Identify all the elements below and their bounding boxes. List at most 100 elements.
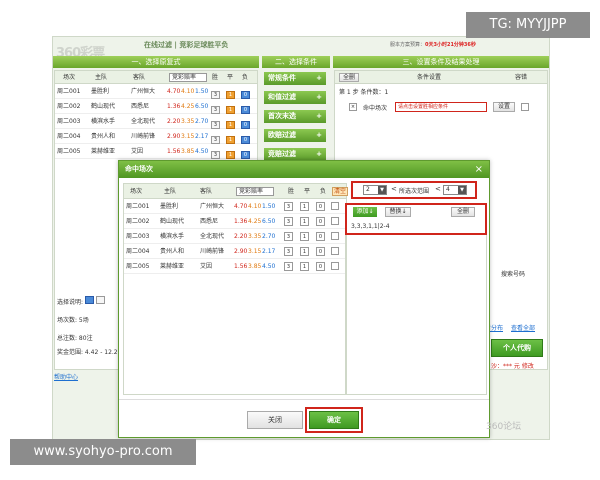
prize-range: 奖金范围: 4.42 - 12.2 — [57, 349, 118, 356]
hit-draw-box[interactable]: 1 — [300, 229, 309, 244]
odds-win: 4.70 — [234, 203, 248, 210]
row-clear-checkbox[interactable] — [331, 247, 339, 255]
hit-win-box[interactable]: 3 — [284, 229, 293, 244]
row-clear-checkbox[interactable] — [331, 217, 339, 225]
hit-draw-value: 1 — [300, 217, 309, 226]
odds-win: 1.36 — [234, 218, 248, 225]
odds-lose: 2.70 — [195, 118, 209, 125]
tolerance-checkbox[interactable] — [521, 103, 529, 111]
delete-all-button[interactable]: 全删 — [451, 207, 475, 217]
hit-lose-box[interactable]: 0 — [316, 214, 325, 229]
clear-selection-button[interactable]: 清空 — [332, 187, 349, 196]
close-icon[interactable]: × — [475, 161, 483, 178]
away-team: 广州恒大 — [131, 88, 156, 95]
table-row[interactable]: 周二003 横滨水手 全北现代 2.20 3.35 2.70 3 1 0 — [124, 229, 346, 244]
select-toggle-b[interactable] — [95, 296, 105, 304]
dialog-confirm-button[interactable]: 确定 — [309, 411, 359, 429]
dialog-odds-type-select[interactable]: 竞彩赔率 — [236, 187, 275, 196]
replace-condition-button[interactable]: 替换↓ — [385, 207, 411, 217]
odds-win: 1.56 — [167, 148, 181, 155]
condition-button-sum[interactable]: 和值过滤 + — [264, 91, 326, 104]
hit-lose-box[interactable]: 0 — [316, 259, 325, 274]
set-condition-button[interactable]: 设置 — [493, 102, 515, 112]
table-row[interactable]: 周二001 墨胜利 广州恒大 4.70 4.10 1.50 3 1 0 — [55, 84, 257, 99]
home-team: 横滨水手 — [160, 233, 185, 240]
range-max-select[interactable]: 4 ▼ — [443, 185, 467, 195]
hit-win-value: 3 — [284, 217, 293, 226]
hit-lose-box[interactable]: 0 — [316, 229, 325, 244]
condition-text[interactable]: 3,3,3,1,1|2-4 — [351, 223, 390, 230]
select-toggle-a[interactable] — [84, 296, 94, 304]
dialog-close-button[interactable]: 关闭 — [247, 411, 303, 429]
condition-button-first-last[interactable]: 首次末选 + — [264, 110, 326, 123]
replace-condition-label: 替换 — [389, 208, 402, 215]
condition-button-regular[interactable]: 常规条件 + — [264, 72, 326, 85]
table-row[interactable]: 周二002 鹤山现代 西悉尼 1.36 4.25 6.50 3 1 0 — [124, 214, 346, 229]
dialog-table-body: 周二001 墨胜利 广州恒大 4.70 4.10 1.50 3 1 0 周二002 鹤山现代 西悉尼 1… — [124, 199, 346, 274]
header-note-time: 0天3小时21分钟36秒 — [425, 42, 476, 48]
table-row[interactable]: 周二004 贵州人和 川崎前锋 2.90 3.15 2.17 3 1 0 — [124, 244, 346, 259]
table-row[interactable]: 周二003 横滨水手 全北现代 2.20 3.35 2.70 3 1 0 — [55, 114, 257, 129]
hit-draw-box[interactable]: 1 — [300, 244, 309, 259]
odds-draw: 3.15 — [181, 133, 195, 140]
home-team: 墨胜利 — [160, 203, 179, 210]
odds-draw: 4.25 — [248, 218, 262, 225]
row-clear-checkbox[interactable] — [331, 232, 339, 240]
hit-draw-box[interactable]: 1 — [300, 259, 309, 274]
table-row[interactable]: 周二002 鹤山现代 西悉尼 1.36 4.25 6.50 3 1 0 — [55, 99, 257, 114]
match-id: 周二002 — [126, 218, 150, 225]
total-bets: 总注数: 80注 — [57, 335, 93, 342]
hit-win-box[interactable]: 3 — [284, 199, 293, 214]
remove-condition-icon[interactable]: × — [349, 103, 357, 111]
condition-button-euro-odds[interactable]: 欧赔过滤 + — [264, 129, 326, 142]
hit-lose-box[interactable]: 0 — [316, 244, 325, 259]
table-row[interactable]: 周二004 贵州人和 川崎前锋 2.90 3.15 2.17 3 1 0 — [55, 129, 257, 144]
hit-draw-value: 1 — [300, 232, 309, 241]
match-count: 场次数: 5场 — [57, 317, 89, 324]
home-team: 贵州人和 — [160, 248, 185, 255]
home-team: 贵州人和 — [91, 133, 116, 140]
odds-type-label: 竞彩赔率 — [172, 74, 197, 81]
range-min-select[interactable]: 2 ▼ — [363, 185, 387, 195]
row-clear-checkbox[interactable] — [331, 262, 339, 270]
condition-list-area — [345, 235, 487, 395]
range-label: 所选次范围 — [399, 188, 430, 195]
plus-icon: + — [316, 93, 322, 101]
watermark-top: TG: MYYJJPP — [466, 12, 590, 38]
odds-win: 4.70 — [167, 88, 181, 95]
hit-lose-box[interactable]: 0 — [316, 199, 325, 214]
hit-win-value: 3 — [284, 232, 293, 241]
hit-draw-box[interactable]: 1 — [300, 199, 309, 214]
table-row[interactable]: 周二005 莱赫维亚 艾因 1.56 3.85 4.50 3 1 0 — [55, 144, 257, 159]
hit-condition-input[interactable]: 请点击设置胜相应条件 — [395, 102, 487, 112]
match-id: 周二004 — [57, 133, 81, 140]
condition-button-regular-label: 常规条件 — [268, 74, 296, 82]
home-team: 墨胜利 — [91, 88, 110, 95]
match-id: 周二005 — [126, 263, 150, 270]
home-team: 鹤山现代 — [91, 103, 116, 110]
delete-all-conditions-button[interactable]: 全删 — [339, 73, 359, 82]
match-id: 周二003 — [57, 118, 81, 125]
table-row[interactable]: 周二001 墨胜利 广州恒大 4.70 4.10 1.50 3 1 0 — [124, 199, 346, 214]
hit-draw-value: 1 — [300, 247, 309, 256]
hit-win-box[interactable]: 3 — [284, 259, 293, 274]
table-row[interactable]: 周二005 莱赫维亚 艾因 1.56 3.85 4.50 3 1 0 — [124, 259, 346, 274]
chevron-down-icon: ▼ — [378, 186, 386, 194]
help-center-link[interactable]: 帮助中心 — [54, 372, 78, 381]
hit-lose-value: 0 — [316, 247, 325, 256]
odds-draw: 3.15 — [248, 248, 262, 255]
view-all-link[interactable]: 查看全部 — [511, 323, 535, 332]
row-clear-checkbox[interactable] — [331, 202, 339, 210]
odds-draw: 3.85 — [248, 263, 262, 270]
odds-lose: 2.70 — [262, 233, 276, 240]
away-team: 艾因 — [200, 263, 213, 270]
hit-draw-box[interactable]: 1 — [300, 214, 309, 229]
odds-type-select[interactable]: 竞彩赔率 — [169, 73, 208, 82]
dialog-header-away: 客队 — [200, 188, 213, 195]
add-condition-button[interactable]: 添加↓ — [353, 207, 377, 217]
hit-win-box[interactable]: 3 — [284, 214, 293, 229]
condition-button-first-last-label: 首次末选 — [268, 112, 296, 120]
header-match: 场次 — [63, 74, 76, 81]
personal-purchase-button[interactable]: 个人代购 — [491, 339, 543, 357]
hit-win-box[interactable]: 3 — [284, 244, 293, 259]
